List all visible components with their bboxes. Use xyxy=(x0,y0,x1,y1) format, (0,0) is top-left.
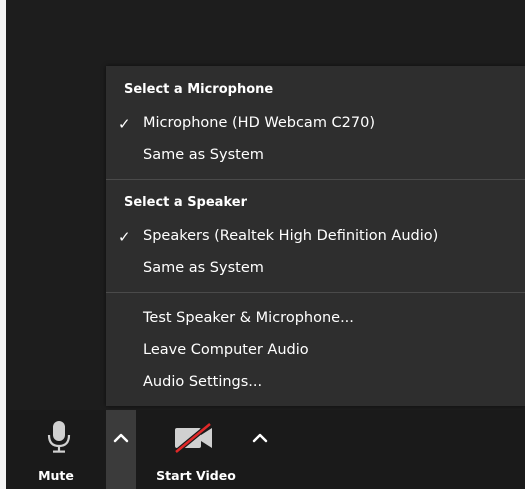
microphone-option-same-as-system[interactable]: Same as System xyxy=(106,143,525,169)
leave-computer-audio-item[interactable]: Leave Computer Audio xyxy=(106,338,525,364)
microphone-option-hd-webcam[interactable]: ✓ Microphone (HD Webcam C270) xyxy=(106,111,525,137)
meeting-toolbar: Mute Start Video xyxy=(6,410,525,489)
chevron-up-icon xyxy=(252,433,268,443)
menu-divider xyxy=(106,292,525,293)
menu-item-label: Speakers (Realtek High Definition Audio) xyxy=(143,228,439,244)
audio-settings-item[interactable]: Audio Settings... xyxy=(106,370,525,396)
menu-item-label: Same as System xyxy=(143,260,264,276)
menu-item-label: Same as System xyxy=(143,147,264,163)
audio-options-menu: Select a Microphone ✓ Microphone (HD Web… xyxy=(106,66,525,406)
menu-divider xyxy=(106,179,525,180)
test-speaker-microphone-item[interactable]: Test Speaker & Microphone... xyxy=(106,306,525,332)
checkmark-icon: ✓ xyxy=(118,228,131,246)
menu-item-label: Leave Computer Audio xyxy=(143,342,309,358)
mute-label: Mute xyxy=(38,468,74,483)
speaker-option-same-as-system[interactable]: Same as System xyxy=(106,256,525,282)
checkmark-icon: ✓ xyxy=(118,115,131,133)
audio-options-caret-button[interactable] xyxy=(106,410,136,489)
video-options-caret-button[interactable] xyxy=(246,410,274,489)
speaker-section-heading: Select a Speaker xyxy=(124,195,247,210)
microphone-section-heading: Select a Microphone xyxy=(124,82,274,97)
speaker-option-realtek[interactable]: ✓ Speakers (Realtek High Definition Audi… xyxy=(106,224,525,250)
microphone-icon xyxy=(47,421,71,453)
menu-item-label: Test Speaker & Microphone... xyxy=(143,310,354,326)
video-off-icon xyxy=(174,422,212,454)
menu-item-label: Audio Settings... xyxy=(143,374,263,390)
start-video-button[interactable]: Start Video xyxy=(141,410,251,489)
chevron-up-icon xyxy=(113,433,129,443)
mute-button[interactable]: Mute xyxy=(6,410,106,489)
start-video-label: Start Video xyxy=(156,468,236,483)
menu-item-label: Microphone (HD Webcam C270) xyxy=(143,115,376,131)
